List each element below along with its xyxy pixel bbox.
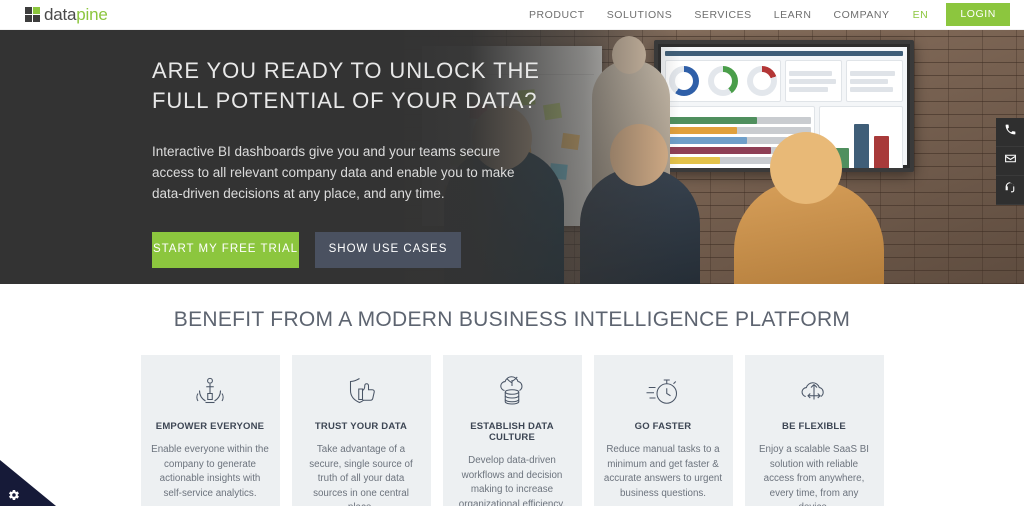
nav-item-company[interactable]: COMPANY <box>822 0 900 30</box>
hero-cta-group: START MY FREE TRIAL SHOW USE CASES <box>152 232 552 268</box>
hero-subtitle: Interactive BI dashboards give you and y… <box>152 144 515 201</box>
contact-support-button[interactable] <box>996 176 1024 205</box>
nav-item-learn[interactable]: LEARN <box>763 0 823 30</box>
hero-section: ARE YOU READY TO UNLOCK THE FULL POTENTI… <box>0 30 1024 284</box>
logo-text-data: data <box>44 5 77 24</box>
login-button[interactable]: LOGIN <box>946 3 1010 26</box>
phone-icon <box>1004 123 1017 141</box>
seated-person-right-head <box>770 132 842 204</box>
logo[interactable]: datapine <box>25 6 108 23</box>
donut-chart-green <box>708 66 738 96</box>
dashboard-row-top <box>665 60 903 102</box>
envelope-icon <box>1004 152 1017 170</box>
logo-text: datapine <box>44 6 108 23</box>
site-header: datapine PRODUCT SOLUTIONS SERVICES LEAR… <box>0 0 1024 30</box>
person-in-hands-icon <box>151 372 270 412</box>
benefit-card-title: TRUST YOUR DATA <box>314 421 408 432</box>
benefit-card-title: GO FASTER <box>634 421 692 432</box>
hero-content: ARE YOU READY TO UNLOCK THE FULL POTENTI… <box>152 56 552 268</box>
logo-block-2 <box>33 7 40 14</box>
logo-text-pine: pine <box>76 5 108 24</box>
benefit-card-text: Enable everyone within the company to ge… <box>151 444 269 499</box>
benefit-card-establish-data-culture[interactable]: ESTABLISH DATA CULTURE Develop data-driv… <box>442 355 582 506</box>
language-selector[interactable]: EN <box>901 0 941 30</box>
cloud-database-icon <box>453 372 572 412</box>
cloud-sync-icon <box>755 372 874 412</box>
donut-chart-red <box>747 66 777 96</box>
datapine-logo-mark <box>25 7 40 22</box>
kpi-list-right <box>846 60 903 102</box>
start-free-trial-button[interactable]: START MY FREE TRIAL <box>152 232 299 268</box>
dashboard-title-bar <box>665 51 903 56</box>
cookie-settings-button[interactable] <box>0 460 56 506</box>
contact-email-button[interactable] <box>996 147 1024 176</box>
benefit-card-be-flexible[interactable]: BE FLEXIBLE Enjoy a scalable SaaS BI sol… <box>744 355 884 506</box>
benefits-title: BENEFIT FROM A MODERN BUSINESS INTELLIGE… <box>173 308 851 331</box>
benefit-card-go-faster[interactable]: GO FASTER Reduce manual tasks to a minim… <box>593 355 733 506</box>
hero-title: ARE YOU READY TO UNLOCK THE FULL POTENTI… <box>152 58 540 113</box>
main-nav: PRODUCT SOLUTIONS SERVICES LEARN COMPANY… <box>518 0 1024 30</box>
benefit-card-title: EMPOWER EVERYONE <box>155 421 265 432</box>
benefit-card-text: Reduce manual tasks to a minimum and get… <box>603 444 723 499</box>
benefit-card-text: Take advantage of a secure, single sourc… <box>309 444 413 506</box>
page-root: datapine PRODUCT SOLUTIONS SERVICES LEAR… <box>0 0 1024 506</box>
logo-block-3 <box>25 15 32 22</box>
benefit-card-text: Develop data-driven workflows and decisi… <box>458 455 566 506</box>
donut-chart-group <box>665 60 781 102</box>
stopwatch-icon <box>604 372 723 412</box>
nav-item-solutions[interactable]: SOLUTIONS <box>596 0 684 30</box>
benefit-card-empower-everyone[interactable]: EMPOWER EVERYONE Enable everyone within … <box>140 355 280 506</box>
shield-thumbs-up-icon <box>302 372 421 412</box>
floating-contact-bar <box>996 118 1024 205</box>
benefit-card-text: Enjoy a scalable SaaS BI solution with r… <box>758 444 869 506</box>
nav-item-product[interactable]: PRODUCT <box>518 0 596 30</box>
kpi-list-left <box>785 60 842 102</box>
nav-item-services[interactable]: SERVICES <box>683 0 762 30</box>
benefit-card-title: BE FLEXIBLE <box>782 421 846 432</box>
logo-block-1 <box>25 7 32 14</box>
headset-icon <box>1004 181 1017 199</box>
benefit-card-trust-your-data[interactable]: TRUST YOUR DATA Take advantage of a secu… <box>291 355 431 506</box>
benefit-cards: EMPOWER EVERYONE Enable everyone within … <box>0 355 1024 506</box>
contact-phone-button[interactable] <box>996 118 1024 147</box>
benefit-card-title: ESTABLISH DATA CULTURE <box>470 421 554 443</box>
gear-cookie-icon <box>8 488 20 500</box>
logo-block-4 <box>33 15 40 22</box>
show-use-cases-button[interactable]: SHOW USE CASES <box>315 232 461 268</box>
benefits-section: BENEFIT FROM A MODERN BUSINESS INTELLIGE… <box>0 284 1024 506</box>
